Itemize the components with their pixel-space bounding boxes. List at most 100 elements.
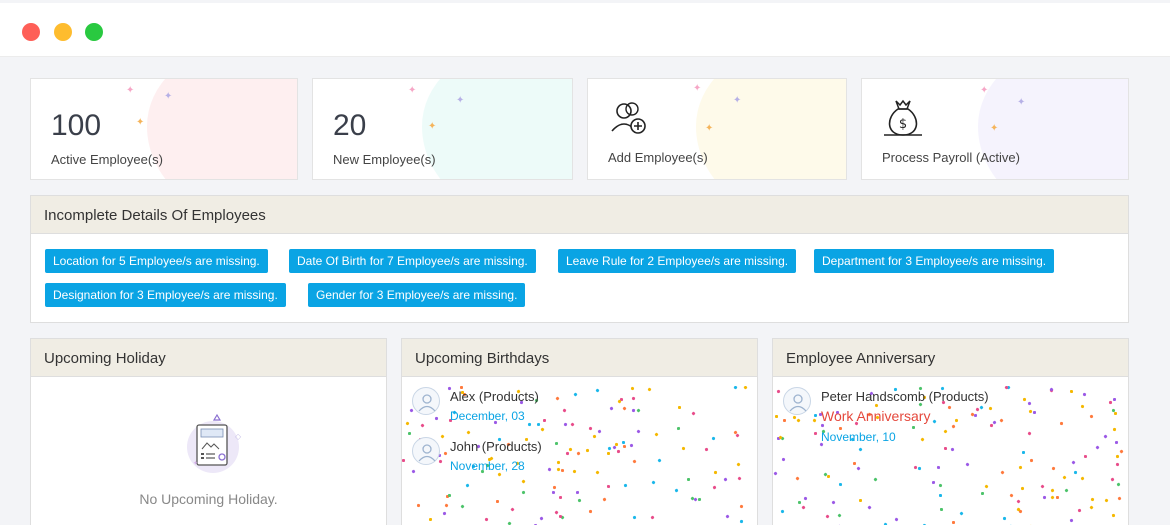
sparkle-icon: ✦ [1017,97,1026,108]
missing-leave-rule-badge[interactable]: Leave Rule for 2 Employee/s are missing. [558,249,797,273]
confetti-piece [623,483,628,488]
confetti-piece [1119,449,1124,454]
confetti-piece [831,500,836,505]
confetti-piece [497,472,502,477]
confetti-piece [616,449,621,454]
missing-gender-badge[interactable]: Gender for 3 Employee/s are missing. [308,283,526,307]
svg-text:◇: ◇ [235,432,242,441]
confetti-piece [554,510,559,515]
confetti-piece [1069,389,1074,394]
confetti-piece [617,399,622,404]
confetti-piece [1062,475,1067,480]
confetti-piece [560,468,565,473]
missing-designation-badge[interactable]: Designation for 3 Employee/s are missing… [45,283,286,307]
stat-card-add-employees[interactable]: ✦ ✦ ✦ Add Employee(s) [587,78,847,180]
confetti-piece [992,420,997,425]
confetti-piece [1021,450,1026,455]
confetti-piece [952,521,955,524]
confetti-piece [1089,414,1094,419]
confetti-piece [774,414,779,419]
confetti-piece [1082,392,1087,397]
confetti-piece [570,422,575,427]
confetti-piece [405,421,410,426]
confetti-piece [577,498,582,503]
confetti-piece [568,447,573,452]
confetti-piece [636,429,641,434]
person-name: John (Products) [450,439,542,454]
stat-number: 100 [51,109,102,142]
confetti-piece [943,446,948,451]
svg-text:✦: ✦ [193,460,198,467]
confetti-piece [1112,427,1117,432]
close-window-button[interactable] [22,23,40,41]
confetti-piece [484,517,489,522]
stat-label: Add Employee(s) [608,150,708,165]
confetti-piece [780,509,785,514]
confetti-piece [558,495,563,500]
confetti-piece [803,496,808,501]
confetti-piece [542,418,547,423]
confetti-piece [1110,477,1115,482]
confetti-piece [795,476,800,481]
confetti-piece [1112,397,1117,402]
stat-card-new-employees[interactable]: ✦ ✦ ✦ 20 New Employee(s) [312,78,573,180]
confetti-piece [1111,513,1116,518]
confetti-piece [984,484,989,489]
sparkle-icon: ✦ [456,95,465,106]
user-avatar-icon [789,394,807,412]
missing-location-badge[interactable]: Location for 5 Employee/s are missing. [45,249,268,273]
confetti-piece [713,470,718,475]
confetti-piece [838,482,843,487]
confetti-piece [507,521,512,525]
avatar [412,387,440,415]
confetti-piece [575,490,580,495]
confetti-piece [1050,488,1055,493]
confetti-piece [932,419,937,424]
confetti-piece [1108,400,1113,405]
confetti-background [773,386,1128,525]
stat-card-process-payroll[interactable]: ✦ ✦ ✦ $ Process Payroll (Active) [861,78,1129,180]
confetti-piece [938,483,943,488]
confetti-piece [979,405,984,410]
panel-title: Upcoming Holiday [31,339,386,377]
confetti-piece [826,474,831,479]
missing-dob-badge[interactable]: Date Of Birth for 7 Employee/s are missi… [289,249,536,273]
birthday-date: December, 03 [450,409,525,423]
minimize-window-button[interactable] [54,23,72,41]
confetti-piece [521,479,526,484]
maximize-window-button[interactable] [85,23,103,41]
confetti-piece [595,388,600,393]
user-avatar-icon [418,394,436,412]
confetti-piece [725,514,730,519]
confetti-piece [1117,496,1122,501]
confetti-piece [1022,397,1027,402]
confetti-piece [1027,401,1032,406]
confetti-piece [442,511,447,516]
confetti-piece [402,459,405,462]
stat-card-active-employees[interactable]: ✦ ✦ ✦ 100 Active Employee(s) [30,78,298,180]
missing-department-badge[interactable]: Department for 3 Employee/s are missing. [814,249,1055,273]
panel-title: Incomplete Details Of Employees [31,196,1128,234]
confetti-piece [1040,484,1045,489]
confetti-piece [920,437,925,442]
confetti-piece [674,488,679,493]
confetti-piece [1115,462,1120,467]
confetti-piece [704,447,709,452]
confetti-piece [1050,495,1055,500]
confetti-piece [622,444,627,449]
birthday-date: November, 28 [450,459,525,473]
confetti-piece [697,497,702,502]
confetti-piece [1059,421,1064,426]
confetti-piece [1000,470,1005,475]
add-users-icon [611,102,646,134]
confetti-piece [1018,465,1023,470]
confetti-piece [588,426,593,431]
confetti-piece [737,476,742,481]
confetti-piece [813,431,818,436]
confetti-piece [465,483,470,488]
user-avatar-icon [418,444,436,462]
confetti-piece [1089,505,1094,510]
confetti-piece [686,477,691,482]
confetti-piece [576,451,581,456]
confetti-piece [783,419,786,422]
